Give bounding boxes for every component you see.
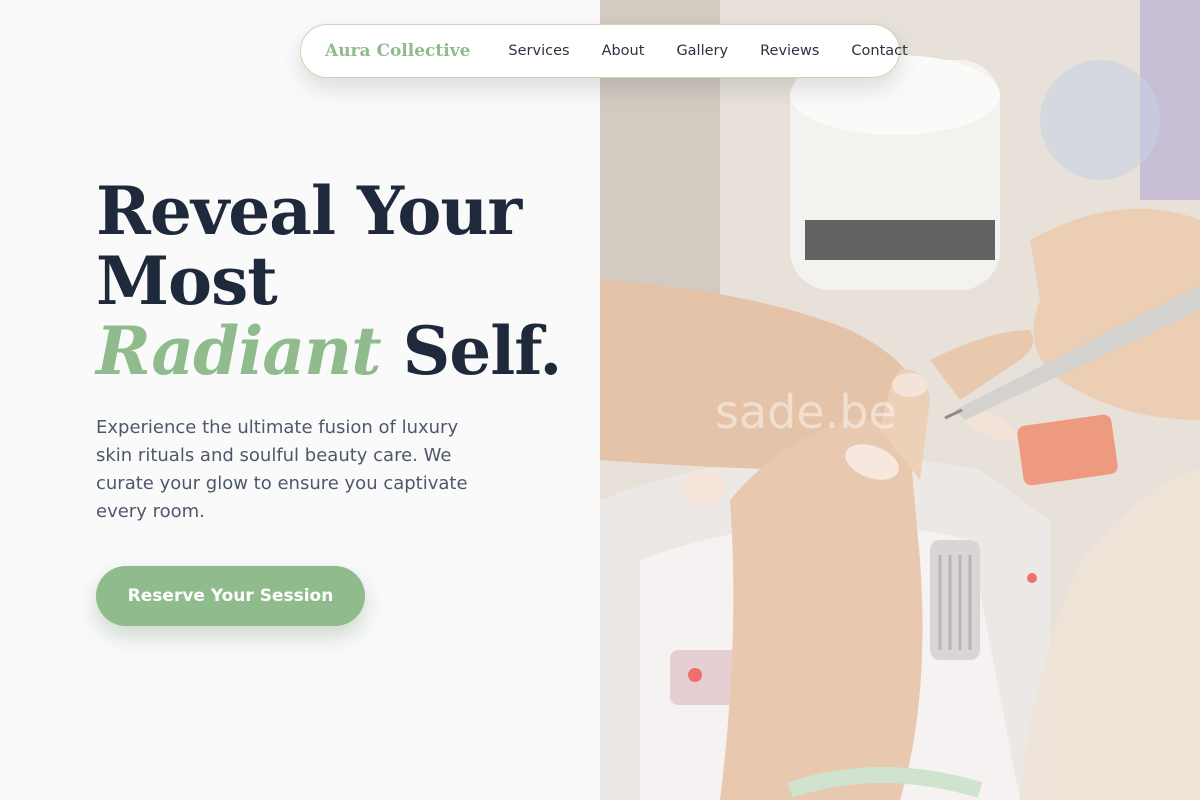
headline-line-1: Reveal Your bbox=[96, 172, 522, 250]
hero-subtext: Experience the ultimate fusion of luxury… bbox=[96, 417, 468, 522]
nav-link-reviews[interactable]: Reviews bbox=[760, 43, 819, 59]
hero-image: sade.be bbox=[600, 0, 1200, 800]
reserve-session-button[interactable]: Reserve Your Session bbox=[96, 566, 365, 626]
nav-links: Services About Gallery Reviews Contact bbox=[508, 43, 907, 59]
nav-link-contact[interactable]: Contact bbox=[851, 43, 907, 59]
brand-logo[interactable]: Aura Collective bbox=[325, 41, 470, 61]
nav-link-about[interactable]: About bbox=[602, 43, 645, 59]
manicure-photo-illustration: sade.be bbox=[600, 0, 1200, 800]
nav-link-gallery[interactable]: Gallery bbox=[676, 43, 728, 59]
nav-link-services[interactable]: Services bbox=[508, 43, 569, 59]
hero-section: Reveal Your Most Radiant Self. Experienc… bbox=[0, 0, 600, 800]
headline-line-2: Most bbox=[96, 242, 278, 320]
headline-accent: Radiant bbox=[96, 312, 382, 390]
top-navigation: Aura Collective Services About Gallery R… bbox=[300, 24, 908, 78]
photo-watermark: sade.be bbox=[715, 385, 897, 439]
headline-end: Self. bbox=[380, 312, 563, 390]
hero-headline: Reveal Your Most Radiant Self. bbox=[96, 176, 562, 386]
